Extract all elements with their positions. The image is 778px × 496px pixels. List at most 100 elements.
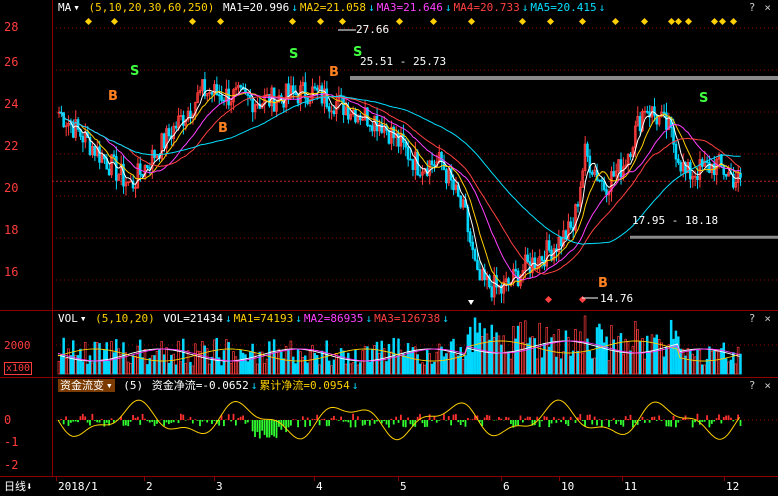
volume-bar	[263, 363, 266, 375]
volume-bar	[229, 363, 233, 375]
flow-bar	[268, 420, 271, 438]
flow-bar	[96, 420, 99, 423]
volume-bar	[643, 358, 647, 375]
flow-bar	[93, 420, 96, 421]
candle-body	[476, 259, 479, 270]
volume-bar	[500, 344, 503, 375]
volume-bar	[138, 339, 142, 375]
volume-bar	[488, 339, 491, 375]
flow-bar	[81, 413, 84, 420]
volume-bar	[332, 359, 336, 375]
flow-bar	[591, 420, 594, 425]
flow-bar	[337, 420, 340, 421]
volume-bar	[354, 350, 357, 375]
volume-bar	[466, 334, 470, 375]
down-arrow-icon: ↓	[250, 379, 258, 392]
ma-value: MA2=21.058	[299, 1, 367, 14]
volume-bar	[502, 335, 505, 375]
volume-bar	[347, 352, 350, 375]
price-chart[interactable]: BSBSBSBS27.6625.51 - 25.7317.95 - 18.181…	[0, 0, 778, 310]
flow-bar	[550, 420, 553, 424]
candle-body	[244, 88, 247, 93]
flow-bar	[309, 420, 311, 427]
help-icon[interactable]: ?	[749, 1, 759, 14]
flow-bar	[651, 417, 653, 420]
flow-bar	[538, 420, 541, 428]
volume-bar	[540, 357, 544, 375]
flow-bar	[457, 420, 460, 423]
period-button[interactable]: 日线⬇	[4, 477, 33, 496]
flow-bar	[639, 420, 641, 421]
volume-bar	[330, 365, 333, 375]
flow-bar	[464, 420, 467, 427]
help-icon[interactable]: ?	[749, 379, 759, 392]
flow-bar	[529, 416, 531, 420]
buy-signal: B	[329, 65, 339, 80]
volume-bar	[698, 350, 702, 375]
volume-bar	[184, 362, 187, 375]
flow-bar	[708, 420, 711, 428]
flow-bar	[395, 416, 398, 420]
vol-menu-button[interactable]: VOL ▾	[58, 312, 87, 325]
flow-bar	[242, 415, 244, 420]
time-tick	[314, 477, 315, 481]
ma-value: MA5=20.415	[530, 1, 597, 14]
flow-bar	[452, 414, 455, 420]
volume-bar	[404, 355, 407, 375]
volume-bar	[574, 328, 577, 375]
volume-bar	[739, 353, 742, 375]
help-icon[interactable]: ?	[749, 312, 759, 325]
flow-bar	[335, 419, 338, 420]
volume-bar	[370, 348, 374, 375]
flow-bar	[565, 420, 567, 425]
flow-bar	[65, 416, 67, 420]
candle-body	[294, 92, 297, 96]
volume-bar	[241, 352, 245, 375]
volume-header: VOL ▾ (5,10,20) VOL=21434 ↓ MA1=74193 ↓ MA2=8…	[58, 311, 453, 327]
flow-bar	[194, 419, 197, 420]
volume-bar	[179, 361, 183, 375]
flow-bar	[263, 420, 266, 435]
flow-bar	[409, 420, 412, 425]
volume-bar	[349, 363, 352, 375]
flow-menu-button[interactable]: 资金流变 ▾	[58, 379, 115, 392]
volume-bar	[512, 326, 515, 375]
time-tick	[724, 477, 725, 481]
ma-menu-button[interactable]: MA ▾	[58, 1, 80, 14]
flow-bar	[641, 416, 644, 420]
flow-bar	[136, 416, 139, 420]
candle-body	[251, 97, 254, 113]
candle-body	[397, 132, 400, 147]
flow-bar	[148, 420, 151, 423]
volume-bar	[189, 361, 192, 375]
flow-bar	[588, 414, 591, 420]
marker-diamond	[546, 17, 555, 26]
flow-bar	[79, 416, 82, 420]
candle-body	[540, 256, 544, 261]
volume-bar	[531, 336, 534, 375]
flow-bar	[163, 420, 166, 426]
volume-bar	[624, 338, 627, 375]
marker-diamond	[667, 17, 676, 26]
volume-bar	[638, 341, 642, 375]
volume-bar	[387, 343, 391, 375]
time-label: 12	[726, 480, 740, 493]
flow-bar	[105, 420, 108, 423]
candle-body	[688, 162, 692, 180]
close-icon[interactable]: ×	[764, 312, 774, 325]
flow-bar	[311, 418, 314, 420]
candle-body	[98, 146, 101, 163]
flow-bar	[62, 420, 65, 425]
flow-bar	[266, 420, 268, 438]
flow-bar	[211, 420, 213, 424]
candle-body	[586, 143, 589, 157]
volume-bar	[380, 340, 384, 375]
flow-bar	[232, 413, 235, 420]
candle-body	[313, 86, 317, 89]
close-icon[interactable]: ×	[764, 379, 774, 392]
flow-bar	[261, 420, 264, 431]
flow-bar	[675, 420, 677, 428]
volume-bar	[724, 358, 728, 375]
marker-diamond	[216, 17, 225, 26]
close-icon[interactable]: ×	[764, 1, 774, 14]
